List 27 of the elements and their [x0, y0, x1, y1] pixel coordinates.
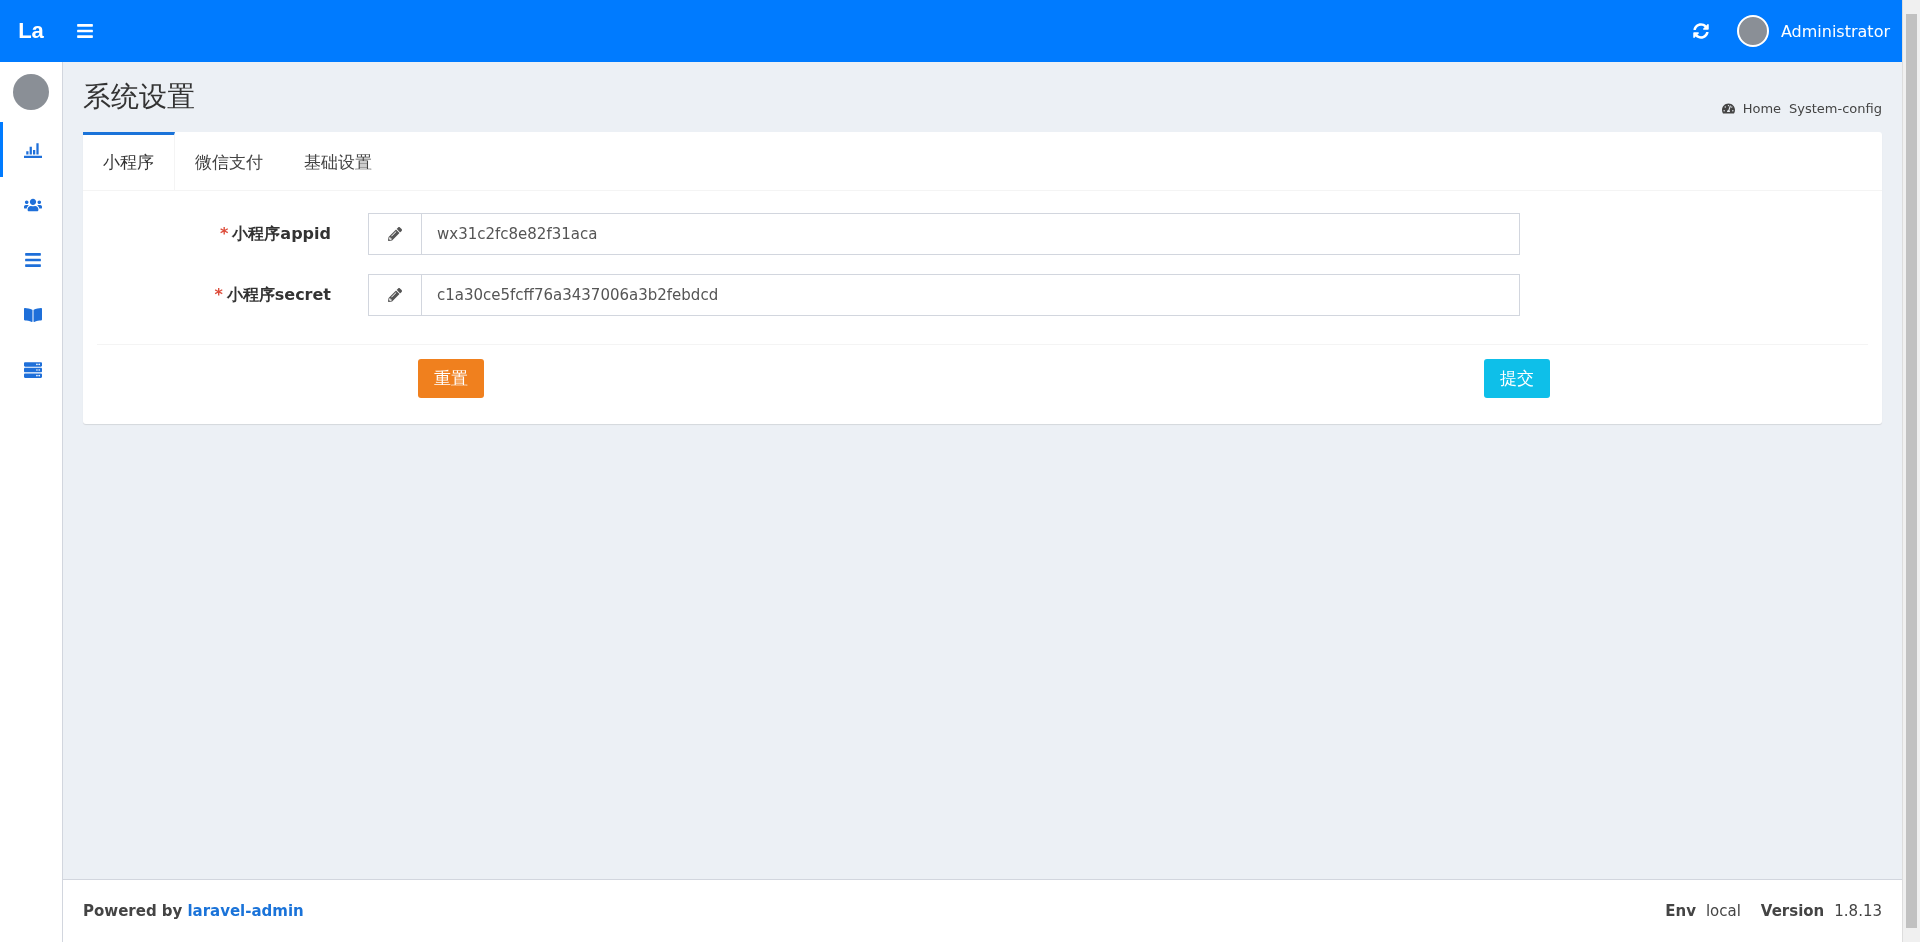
version-value: 1.8.13: [1834, 902, 1882, 920]
avatar: [1736, 15, 1769, 47]
list-icon: [23, 250, 42, 269]
avatar: [13, 74, 49, 110]
field-label: * 小程序appid: [219, 223, 332, 245]
env-value: local: [1705, 902, 1741, 920]
server-icon: [23, 360, 42, 379]
breadcrumb-link[interactable]: Home: [1742, 100, 1782, 116]
logo[interactable]: La: [0, 18, 62, 44]
laravel-admin-link[interactable]: laravel-admin: [187, 902, 304, 920]
env-label: Env: [1665, 902, 1696, 920]
page-title: 系统设置: [83, 79, 195, 115]
version-label: Version: [1760, 902, 1825, 920]
input-field[interactable]: wx31c2fc8e82f31aca: [422, 213, 1520, 255]
dashboard-icon: [1721, 101, 1735, 115]
pencil-icon: [388, 288, 402, 302]
book-icon: [23, 305, 42, 324]
bar-chart-icon: [23, 140, 42, 159]
scrollbar[interactable]: [1902, 0, 1920, 942]
field-label: * 小程序secret: [213, 284, 332, 306]
user-name[interactable]: Administrator: [1780, 21, 1890, 41]
powered-by-text: Powered by: [83, 902, 183, 920]
scrollbar-thumb[interactable]: [1906, 14, 1917, 928]
tab[interactable]: 小程序: [83, 132, 175, 190]
input-field[interactable]: c1a30ce5fcff76a3437006a3b2febdcd: [422, 274, 1520, 316]
pencil-icon: [388, 227, 402, 241]
breadcrumb-link[interactable]: System-config: [1789, 100, 1882, 116]
